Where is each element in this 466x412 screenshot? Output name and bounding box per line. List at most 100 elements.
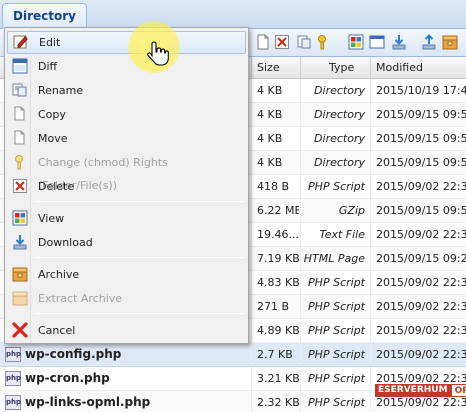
modified-cell: 2015/09/15 09:58 bbox=[370, 127, 466, 150]
file-name-cell[interactable]: php wp-config.php bbox=[0, 343, 250, 366]
file-name: wp-cron.php bbox=[25, 371, 110, 385]
menu-item-archive[interactable]: Archive bbox=[7, 263, 246, 286]
menu-item-diff[interactable]: Diff bbox=[7, 55, 246, 78]
size-cell: 4 KB bbox=[251, 151, 299, 174]
move-icon bbox=[14, 130, 25, 145]
menu-item-label: Extract Archive bbox=[38, 292, 123, 305]
menu-item-label: Diff bbox=[38, 60, 58, 73]
size-cell: 4.89 KB bbox=[251, 319, 299, 342]
column-header-size[interactable]: Size bbox=[251, 57, 300, 79]
tab-strip: Directory bbox=[0, 0, 466, 29]
modified-cell: 2015/09/02 22:33 bbox=[370, 319, 466, 342]
view-icon[interactable] bbox=[348, 34, 364, 50]
window-icon[interactable] bbox=[369, 34, 385, 50]
upload-icon[interactable] bbox=[421, 34, 437, 50]
type-cell: Directory bbox=[300, 79, 369, 102]
menu-item-label: Edit bbox=[39, 36, 61, 49]
watermark-part2: ORG bbox=[450, 384, 466, 397]
size-cell: 418 B bbox=[251, 175, 299, 198]
menu-item-label: Copy bbox=[38, 108, 66, 121]
modified-cell: 2015/09/02 22:33 bbox=[370, 175, 466, 198]
size-cell: 4 KB bbox=[251, 79, 299, 102]
menu-item-download[interactable]: Download bbox=[7, 231, 246, 254]
menu-item-label: Cancel bbox=[38, 324, 76, 337]
type-cell: Directory bbox=[300, 103, 369, 126]
modified-cell: 2015/09/02 22:33 bbox=[370, 223, 466, 246]
type-cell: GZip bbox=[300, 199, 369, 222]
type-cell: Text File bbox=[300, 223, 369, 246]
new-file-icon[interactable] bbox=[255, 34, 271, 50]
modified-cell: 2015/09/02 22:33 bbox=[370, 343, 466, 366]
edit-icon bbox=[13, 35, 28, 49]
type-cell: PHP Script bbox=[300, 175, 369, 198]
menu-item-cancel[interactable]: Cancel bbox=[7, 319, 246, 342]
modified-cell: 2015/09/15 09:58 bbox=[370, 151, 466, 174]
hand-pointer-icon bbox=[147, 41, 169, 66]
context-menu: Edit Diff Rename Copy Move Change (chmod… bbox=[4, 27, 249, 344]
rename-icon bbox=[12, 83, 27, 97]
tab-directory[interactable]: Directory bbox=[2, 3, 87, 29]
archive-icon[interactable] bbox=[442, 34, 458, 50]
menu-item-view[interactable]: View bbox=[7, 207, 246, 230]
delete-icon bbox=[13, 179, 27, 193]
column-header-modified[interactable]: Modified bbox=[370, 57, 466, 79]
type-cell: PHP Script bbox=[300, 343, 369, 366]
menu-item-chmod: Change (chmod) Rights (Folder/File(s)) bbox=[7, 151, 246, 192]
modified-cell: 2015/09/02 22:33 bbox=[370, 271, 466, 294]
menu-separator bbox=[35, 313, 244, 314]
php-file-icon: php bbox=[5, 371, 21, 386]
menu-separator bbox=[35, 201, 244, 202]
diff-icon bbox=[12, 58, 28, 74]
menu-item-copy[interactable]: Copy bbox=[7, 103, 246, 126]
type-cell: PHP Script bbox=[300, 319, 369, 342]
type-cell: Directory bbox=[300, 151, 369, 174]
column-header-type[interactable]: Type bbox=[300, 57, 370, 79]
menu-item-edit[interactable]: Edit bbox=[7, 31, 246, 54]
type-cell: PHP Script bbox=[300, 295, 369, 318]
menu-item-label: Delete bbox=[38, 180, 75, 193]
php-file-icon: php bbox=[5, 347, 21, 362]
size-cell: 19.46... bbox=[251, 223, 299, 246]
menu-item-rename[interactable]: Rename bbox=[7, 79, 246, 102]
modified-cell: 2015/10/19 17:43 bbox=[370, 79, 466, 102]
download-icon bbox=[13, 235, 27, 250]
php-file-icon: php bbox=[5, 395, 21, 410]
file-name: wp-config.php bbox=[25, 347, 122, 361]
file-name-cell[interactable]: php wp-cron.php bbox=[0, 367, 250, 390]
extract-archive-icon bbox=[12, 291, 28, 306]
cancel-icon bbox=[12, 322, 28, 338]
size-cell: 271 B bbox=[251, 295, 299, 318]
rename-icon[interactable] bbox=[296, 34, 312, 50]
size-cell: 3.21 KB bbox=[251, 367, 299, 390]
table-row[interactable]: php wp-config.php 2.7 KB PHP Script 2015/09/… bbox=[0, 343, 466, 367]
menu-item-label: Rename bbox=[38, 84, 84, 97]
type-cell: Directory bbox=[300, 127, 369, 150]
delete-file-icon[interactable] bbox=[274, 34, 290, 50]
download-icon[interactable] bbox=[391, 34, 407, 50]
file-name: wp-links-opml.php bbox=[25, 395, 151, 409]
copy-icon bbox=[14, 106, 25, 121]
menu-item-extract-archive: Extract Archive bbox=[7, 287, 246, 310]
watermark-part1: ESERVERHUM bbox=[375, 384, 451, 397]
size-cell: 4 KB bbox=[251, 103, 299, 126]
modified-cell: 2015/09/15 09:58 bbox=[370, 199, 466, 222]
watermark-logo: ESERVERHUM ORG bbox=[375, 384, 466, 397]
view-icon bbox=[12, 210, 28, 226]
size-cell: 4.83 KB bbox=[251, 271, 299, 294]
size-cell: 7.19 KB bbox=[251, 247, 299, 270]
modified-cell: 2015/09/15 09:58 bbox=[370, 103, 466, 126]
menu-item-label: Archive bbox=[38, 268, 80, 281]
menu-separator bbox=[35, 257, 244, 258]
type-cell: PHP Script bbox=[300, 367, 369, 390]
menu-item-label: View bbox=[38, 212, 65, 225]
menu-item-delete[interactable]: Delete bbox=[7, 175, 246, 198]
menu-item-label: Download bbox=[38, 236, 93, 249]
size-cell: 2.7 KB bbox=[251, 343, 299, 366]
menu-item-label: Move bbox=[38, 132, 68, 145]
menu-item-move[interactable]: Move bbox=[7, 127, 246, 150]
file-name-cell[interactable]: php wp-links-opml.php bbox=[0, 391, 250, 412]
archive-icon bbox=[12, 267, 28, 282]
size-cell: 4 KB bbox=[251, 127, 299, 150]
size-cell: 2.32 KB bbox=[251, 391, 299, 412]
key-icon[interactable] bbox=[316, 34, 332, 50]
